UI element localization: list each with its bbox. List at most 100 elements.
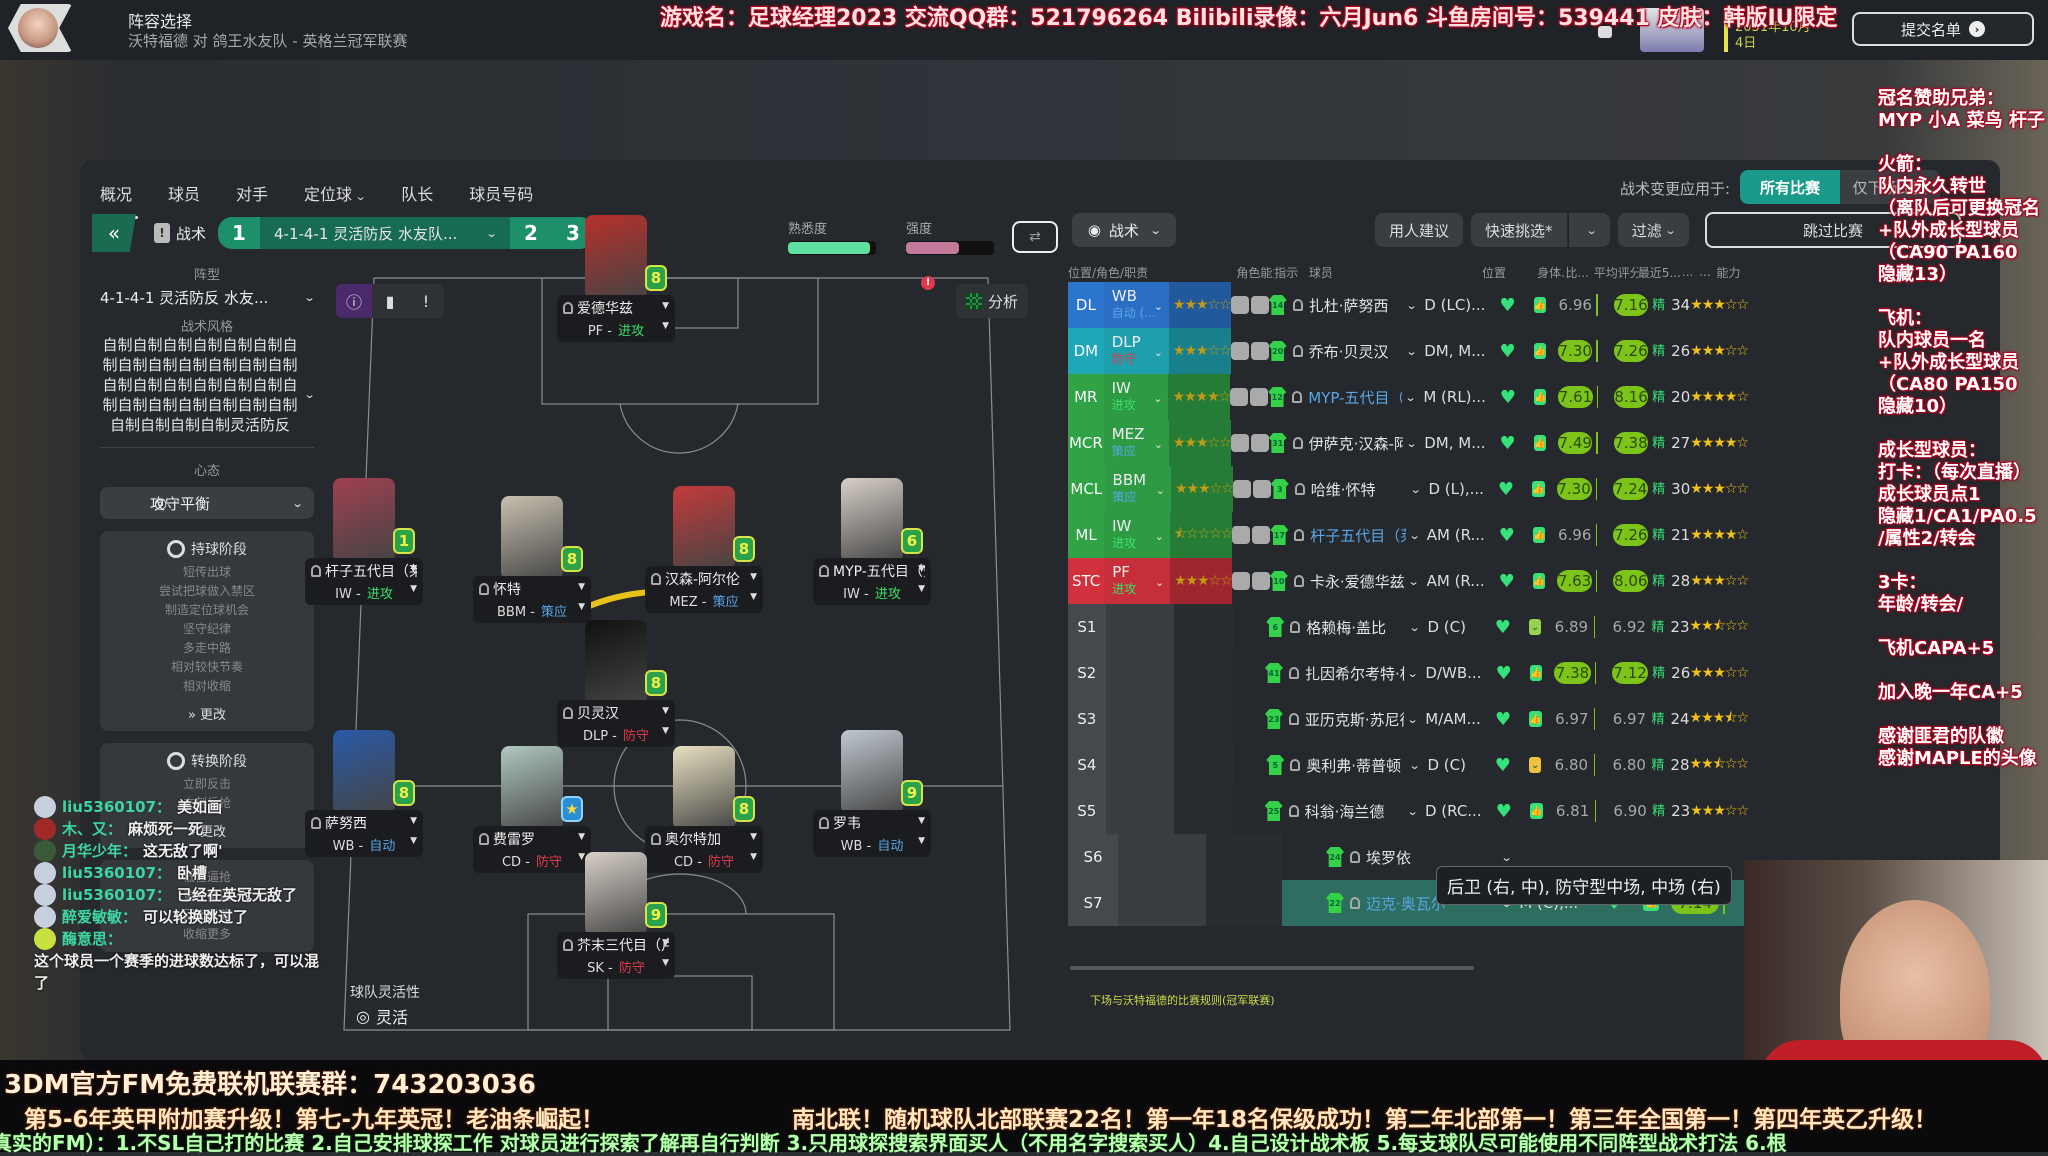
player-card[interactable]: 6MYP-五代目（安...▼IW - 进攻▼ xyxy=(813,528,931,605)
bar-chart-icon[interactable]: ▮ xyxy=(372,284,408,318)
chevron-down-icon[interactable]: ⌄ xyxy=(1406,437,1418,450)
dropdown-arrow-icon[interactable]: ▼ xyxy=(578,602,585,612)
dropdown-arrow-icon[interactable]: ▼ xyxy=(750,592,757,602)
table-row[interactable]: S4 5 奥利弗·蒂普顿 ⌄ D (C) ♥ ⌄ 6.80 6.80 精 28 ★★⯪☆☆ xyxy=(1068,742,1749,788)
dropdown-arrow-icon[interactable]: ▼ xyxy=(750,572,757,582)
player-name[interactable]: 哈维·怀特 xyxy=(1311,479,1407,500)
player-card[interactable]: 1杆子五代目（莱昂...▼IW - 进攻▼ xyxy=(305,528,423,605)
role-duty-cell[interactable]: MEZ 策应 ⌄ xyxy=(1103,420,1169,466)
player-name[interactable]: 伊萨克·汉森-阿尔伦 xyxy=(1309,433,1403,454)
player-instructions-icon[interactable] xyxy=(1230,342,1249,360)
player-profile-icon[interactable] xyxy=(1252,526,1271,544)
role-duty-cell[interactable]: DLP 防守 ⌄ xyxy=(1103,328,1169,374)
instructions-cell[interactable] xyxy=(1230,388,1269,406)
table-row[interactable]: MCL BBM 策应 ⌄ ★★★☆☆ 3 哈维·怀特 ⌄ D (L),... ♥ 👍 7.30 7.24… xyxy=(1068,466,1749,512)
tactic-slot-1[interactable]: 1 xyxy=(218,217,261,249)
table-row[interactable]: MRIW进攻⌄★★★★☆12MYP-五代目（安德鲁）⌄M (RL)...♥👍7.… xyxy=(1068,374,1749,420)
mentality-dropdown[interactable]: ◎ 攻守平衡 ⌄ xyxy=(100,487,314,519)
table-row[interactable]: S3 23 亚历克斯·苏尼德 ⌄ M/AM... ♥ 👍 6.97 6.97 精 24 ★★★⯪☆ xyxy=(1068,696,1749,742)
player-name[interactable]: 埃罗依 xyxy=(1366,847,1498,868)
chevron-down-icon[interactable]: ⌄ xyxy=(1408,575,1420,588)
player-instructions-icon[interactable] xyxy=(1230,388,1249,406)
chevron-down-icon[interactable]: ⌄ xyxy=(1406,345,1418,358)
table-row[interactable]: DM DLP 防守 ⌄ ★★★☆☆ 20 乔布·贝灵汉 ⌄ DM, M... ♥ 👍 7.30 7.26… xyxy=(1068,328,1749,374)
tab-3[interactable]: 定位球 ⌄ xyxy=(304,175,367,211)
warning-icon[interactable]: ! xyxy=(921,276,935,290)
table-row[interactable]: DL WB 自动 (... ⌄ ★★★☆☆ 14 扎杜·萨努西 ⌄ D (LC)... ♥ 👍 6.9… xyxy=(1068,282,1749,328)
player-name[interactable]: 扎杜·萨努西 xyxy=(1309,295,1403,316)
tactical-style-dropdown[interactable]: 自制自制自制自制自制自制自制自制自制自制自制自制自制自制自制自制自制自制自制自制… xyxy=(100,335,315,435)
dropdown-arrow-icon[interactable]: ▼ xyxy=(410,836,417,846)
instructions-cell[interactable] xyxy=(1232,526,1271,544)
dropdown-arrow-icon[interactable]: ▼ xyxy=(750,852,757,862)
column-header[interactable]: 位置/角色/职责 xyxy=(1068,264,1236,281)
pitch-player-st[interactable]: 8 爱德华兹 ▼ PF - 进攻 ▼ xyxy=(557,215,675,342)
dropdown-arrow-icon[interactable]: ▼ xyxy=(662,706,669,716)
player-profile-icon[interactable] xyxy=(1250,296,1269,314)
player-instructions-icon[interactable] xyxy=(1230,434,1249,452)
chevron-down-icon[interactable]: ⌄ xyxy=(1407,667,1419,680)
column-header[interactable]: 角色能力 xyxy=(1236,264,1274,281)
instructions-icon[interactable]: ! xyxy=(408,284,444,318)
quick-pick-button[interactable]: 快速挑选* xyxy=(1471,213,1567,247)
column-header[interactable]: 球员 xyxy=(1309,264,1482,281)
instructions-cell[interactable] xyxy=(1230,296,1269,314)
dropdown-arrow-icon[interactable]: ▼ xyxy=(410,564,417,574)
table-row[interactable]: S2 41 扎因希尔考特·杜贝里⌄ D/WB... ♥ 👍 7.38 7.12精 26★★★☆☆ xyxy=(1068,650,1749,696)
player-name[interactable]: 杆子五代目（莱昂纳多） xyxy=(1310,525,1405,546)
dropdown-arrow-icon[interactable]: ▼ xyxy=(662,958,669,968)
dropdown-arrow-icon[interactable]: ▼ xyxy=(918,584,925,594)
column-header[interactable]: 最近5... xyxy=(1638,264,1682,281)
tactic-select[interactable]: 4-1-4-1 灵活防反 水友队... ⌄ xyxy=(260,217,511,249)
player-instructions-icon[interactable] xyxy=(1231,572,1250,590)
player-profile-icon[interactable] xyxy=(1250,342,1269,360)
player-card[interactable]: 9 罗韦 ▼ WB - 自动 ▼ xyxy=(813,780,931,857)
column-header[interactable]: 能力 xyxy=(1717,264,1748,281)
column-header[interactable]: 位置 xyxy=(1482,264,1537,281)
dropdown-arrow-icon[interactable]: ▼ xyxy=(578,582,585,592)
dropdown-arrow-icon[interactable]: ▼ xyxy=(410,816,417,826)
selection-advice-button[interactable]: 用人建议 xyxy=(1375,213,1464,247)
role-duty-cell[interactable]: IW 进攻 ⌄ xyxy=(1104,512,1170,558)
player-profile-icon[interactable] xyxy=(1250,434,1269,452)
player-name[interactable]: 格赖梅·盖比 xyxy=(1306,617,1406,638)
dropdown-arrow-icon[interactable]: ▼ xyxy=(662,938,669,948)
pitch-player-dr[interactable]: 9 罗韦 ▼ WB - 自动 ▼ xyxy=(813,730,931,857)
dropdown-arrow-icon[interactable]: ▼ xyxy=(918,564,925,574)
tactic-slot-2[interactable]: 2 xyxy=(510,217,553,249)
player-instructions-icon[interactable] xyxy=(1232,526,1251,544)
chevron-down-icon[interactable]: ⌄ xyxy=(1410,483,1422,496)
collapse-sidebar-button[interactable]: « xyxy=(92,214,136,252)
apply-all-matches-option[interactable]: 所有比赛 xyxy=(1740,170,1840,204)
pitch-player-mcr[interactable]: 8 汉森-阿尔伦 ▼ MEZ - 策应 ▼ xyxy=(645,486,763,613)
player-name[interactable]: 扎因希尔考特·杜贝里 xyxy=(1305,663,1404,684)
player-card[interactable]: 8 汉森-阿尔伦 ▼ MEZ - 策应 ▼ xyxy=(645,536,763,613)
column-header[interactable]: ... xyxy=(1682,265,1699,279)
instructions-cell[interactable] xyxy=(1232,480,1271,498)
player-profile-icon[interactable] xyxy=(1252,480,1271,498)
tab-2[interactable]: 对手 xyxy=(236,175,268,211)
column-header[interactable]: ... xyxy=(1699,265,1716,279)
chevron-down-icon[interactable]: ⌄ xyxy=(1405,391,1417,404)
dropdown-arrow-icon[interactable]: ▼ xyxy=(662,321,669,331)
tab-4[interactable]: 队长 xyxy=(401,175,433,211)
instructions-cell[interactable] xyxy=(1231,572,1270,590)
dropdown-arrow-icon[interactable]: ▼ xyxy=(918,836,925,846)
dropdown-arrow-icon[interactable]: ▼ xyxy=(662,301,669,311)
player-name[interactable]: 亚历克斯·苏尼德 xyxy=(1305,709,1404,730)
pitch-player-mcl[interactable]: 8 怀特 ▼ BBM - 策应 ▼ xyxy=(473,496,591,623)
table-row[interactable]: STC PF 进攻 ⌄ ★★★☆☆ 10 卡永·爱德华兹 ⌄ AM (R... ♥ 👍 7.63 8.0… xyxy=(1068,558,1749,604)
pitch-player-dm[interactable]: 8 贝灵汉 ▼ DLP - 防守 ▼ xyxy=(557,620,675,747)
column-header[interactable]: 比... xyxy=(1565,264,1593,281)
dropdown-arrow-icon[interactable]: ▼ xyxy=(578,832,585,842)
player-profile-icon[interactable] xyxy=(1251,572,1270,590)
player-name[interactable]: MYP-五代目（安德鲁） xyxy=(1308,387,1402,408)
dropdown-arrow-icon[interactable]: ▼ xyxy=(410,584,417,594)
player-instructions-icon[interactable] xyxy=(1232,480,1251,498)
table-row[interactable]: S1 6 格赖梅·盖比 ⌄ D (C) ♥ ⌄ 6.89 6.92 精 23 ★★⯪☆☆ xyxy=(1068,604,1749,650)
table-row[interactable]: MCRMEZ策应⌄★★★☆☆31伊萨克·汉森-阿尔伦⌄DM, M...♥👍7.4… xyxy=(1068,420,1749,466)
chevron-down-icon[interactable]: ⌄ xyxy=(1408,529,1420,542)
player-name[interactable]: 乔布·贝灵汉 xyxy=(1309,341,1403,362)
dropdown-arrow-icon[interactable]: ▼ xyxy=(918,816,925,826)
dropdown-arrow-icon[interactable]: ▼ xyxy=(750,832,757,842)
